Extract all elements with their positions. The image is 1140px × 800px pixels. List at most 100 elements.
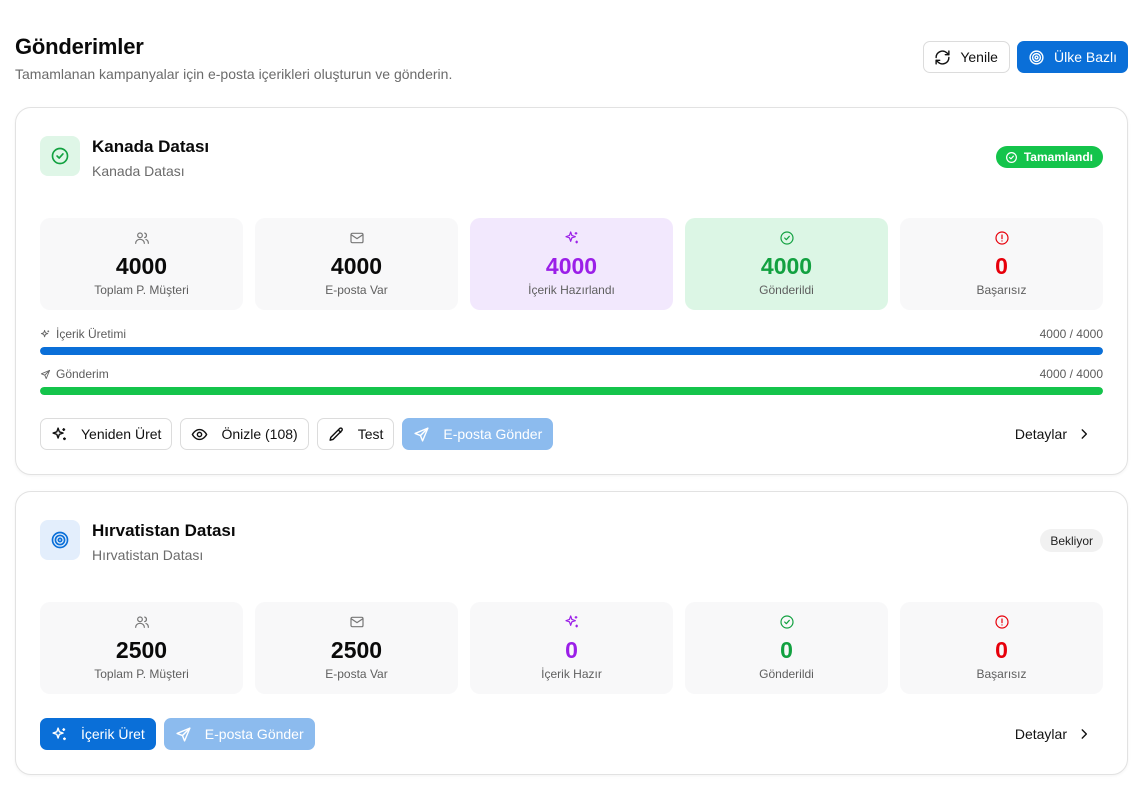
stat-value: 4000 bbox=[115, 253, 168, 279]
chevron-right-icon bbox=[1081, 729, 1088, 739]
refresh-label: Yenile bbox=[960, 49, 998, 65]
stat-content-ready: 0 İçerik Hazır bbox=[470, 602, 673, 694]
sparkles-icon bbox=[564, 231, 578, 244]
stat-total-customers: 4000 Toplam P. Müşteri bbox=[40, 218, 243, 310]
stat-has-email: 4000 E-posta Var bbox=[255, 218, 458, 310]
card-actions: Yeniden Üret Önizle (108) Test E-posta G… bbox=[40, 418, 554, 450]
mail-icon bbox=[349, 232, 364, 244]
stat-has-email: 2500 E-posta Var bbox=[255, 602, 458, 694]
campaign-status-icon-box bbox=[40, 136, 80, 176]
regenerate-label: Yeniden Üret bbox=[81, 426, 162, 442]
send-icon bbox=[414, 426, 429, 442]
send-email-button[interactable]: E-posta Gönder bbox=[163, 718, 315, 750]
stat-value: 0 bbox=[995, 253, 1008, 279]
refresh-icon bbox=[935, 49, 950, 65]
chevron-right-icon bbox=[1081, 429, 1088, 439]
campaign-title: Kanada Datası bbox=[92, 137, 210, 156]
test-label: Test bbox=[357, 426, 384, 442]
send-icon bbox=[40, 369, 51, 379]
stat-value: 4000 bbox=[760, 253, 813, 279]
send-icon bbox=[176, 726, 191, 742]
mail-icon bbox=[349, 616, 364, 628]
send-email-label: E-posta Gönder bbox=[204, 726, 304, 742]
stat-total-customers: 2500 Toplam P. Müşteri bbox=[40, 602, 243, 694]
stat-failed: 0 Başarısız bbox=[900, 602, 1103, 694]
regenerate-button[interactable]: Yeniden Üret bbox=[40, 418, 173, 450]
check-circle-icon bbox=[1005, 151, 1017, 163]
progress-track bbox=[40, 387, 1103, 395]
stat-label: Toplam P. Müşteri bbox=[94, 283, 189, 297]
status-badge-label: Tamamlandı bbox=[1023, 150, 1093, 164]
page-subtitle: Tamamlanan kampanyalar için e-posta içer… bbox=[15, 66, 453, 82]
details-link[interactable]: Detaylar bbox=[1015, 418, 1091, 450]
stat-value: 4000 bbox=[330, 253, 383, 279]
status-badge: Tamamlandı bbox=[995, 146, 1103, 168]
stat-value: 2500 bbox=[115, 637, 168, 663]
generate-content-button[interactable]: İçerik Üret bbox=[40, 718, 156, 750]
stats-row: 4000 Toplam P. Müşteri 4000 E-posta Var … bbox=[40, 218, 1103, 310]
stat-label: İçerik Hazır bbox=[541, 667, 602, 681]
stats-row: 2500 Toplam P. Müşteri 2500 E-posta Var … bbox=[40, 602, 1103, 694]
stat-value: 2500 bbox=[330, 637, 383, 663]
progress-count: 4000 / 4000 bbox=[1039, 327, 1103, 341]
sparkles-icon bbox=[564, 615, 578, 628]
stat-label: Başarısız bbox=[976, 283, 1027, 297]
stat-label: Başarısız bbox=[976, 667, 1027, 681]
card-actions: İçerik Üret E-posta Gönder bbox=[40, 718, 315, 750]
country-based-button[interactable]: Ülke Bazlı bbox=[1016, 41, 1128, 73]
status-badge-label: Bekliyor bbox=[1050, 533, 1093, 548]
page-header: Gönderimler Tamamlanan kampanyalar için … bbox=[15, 30, 1128, 90]
eye-icon bbox=[192, 428, 208, 440]
preview-button[interactable]: Önizle (108) bbox=[180, 418, 309, 450]
users-icon bbox=[134, 616, 149, 628]
stat-label: Gönderildi bbox=[759, 667, 814, 681]
check-circle-icon bbox=[779, 231, 794, 245]
page-title: Gönderimler bbox=[15, 34, 144, 59]
content-generation-progress: İçerik Üretimi 4000 / 4000 bbox=[40, 327, 1103, 355]
sparkles-icon bbox=[52, 726, 66, 740]
stat-value: 0 bbox=[780, 637, 793, 663]
campaign-card-hirvatistan: Hırvatistan Datası Hırvatistan Datası Be… bbox=[15, 491, 1128, 775]
sparkles-icon bbox=[52, 426, 66, 440]
stat-sent: 4000 Gönderildi bbox=[685, 218, 888, 310]
details-label: Detaylar bbox=[1014, 426, 1067, 442]
progress-track bbox=[40, 347, 1103, 355]
users-icon bbox=[134, 232, 149, 244]
stat-label: Toplam P. Müşteri bbox=[94, 667, 189, 681]
stat-label: E-posta Var bbox=[325, 283, 388, 297]
stat-label: E-posta Var bbox=[325, 667, 388, 681]
campaign-title: Hırvatistan Datası bbox=[92, 521, 236, 540]
test-button[interactable]: Test bbox=[316, 418, 395, 450]
stat-value: 0 bbox=[995, 637, 1008, 663]
progress-fill bbox=[40, 347, 1103, 355]
stat-content-ready: 4000 İçerik Hazırlandı bbox=[470, 218, 673, 310]
refresh-button[interactable]: Yenile bbox=[923, 41, 1010, 73]
generate-content-label: İçerik Üret bbox=[81, 726, 145, 742]
stat-failed: 0 Başarısız bbox=[900, 218, 1103, 310]
progress-label: İçerik Üretimi bbox=[56, 327, 127, 341]
campaign-subtitle: Kanada Datası bbox=[92, 163, 185, 179]
check-circle-icon bbox=[51, 147, 69, 165]
preview-label: Önizle (108) bbox=[221, 426, 298, 442]
target-icon bbox=[1029, 49, 1044, 65]
stat-label: Gönderildi bbox=[759, 283, 814, 297]
send-email-button[interactable]: E-posta Gönder bbox=[402, 418, 554, 450]
alert-circle-icon bbox=[994, 231, 1009, 245]
details-label: Detaylar bbox=[1014, 726, 1067, 742]
stat-sent: 0 Gönderildi bbox=[685, 602, 888, 694]
progress-label: Gönderim bbox=[56, 367, 109, 381]
stat-value: 4000 bbox=[545, 253, 598, 279]
progress-count: 4000 / 4000 bbox=[1039, 367, 1103, 381]
sending-progress: Gönderim 4000 / 4000 bbox=[40, 367, 1103, 395]
campaign-card-kanada: Kanada Datası Kanada Datası Tamamlandı 4… bbox=[15, 107, 1128, 475]
details-link[interactable]: Detaylar bbox=[1015, 718, 1091, 750]
check-circle-icon bbox=[779, 615, 794, 629]
stat-value: 0 bbox=[565, 637, 578, 663]
alert-circle-icon bbox=[994, 615, 1009, 629]
stat-label: İçerik Hazırlandı bbox=[528, 283, 615, 297]
campaign-subtitle: Hırvatistan Datası bbox=[92, 547, 204, 563]
country-based-label: Ülke Bazlı bbox=[1053, 49, 1117, 65]
sparkles-icon bbox=[40, 329, 50, 337]
send-email-label: E-posta Gönder bbox=[443, 426, 543, 442]
progress-fill bbox=[40, 387, 1103, 395]
